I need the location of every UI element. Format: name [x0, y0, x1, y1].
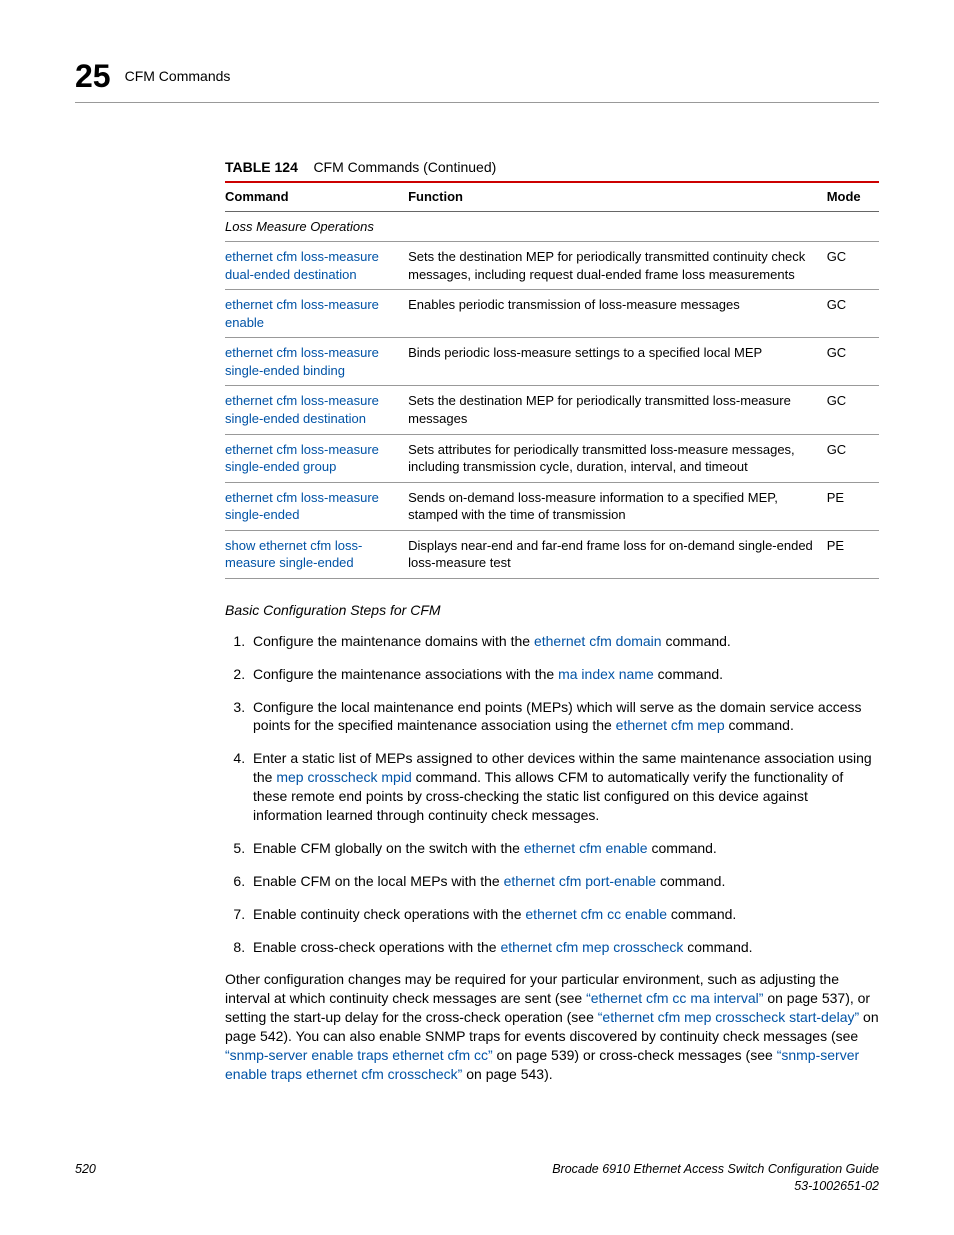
list-item: Enable CFM globally on the switch with t…: [249, 839, 879, 858]
running-header: 25 CFM Commands: [75, 55, 879, 103]
list-item: Configure the maintenance domains with t…: [249, 632, 879, 651]
steps-heading: Basic Configuration Steps for CFM: [225, 601, 879, 620]
function-cell: Displays near-end and far-end frame loss…: [408, 530, 827, 578]
table-row: ethernet cfm loss-measure single-ended S…: [225, 482, 879, 530]
command-link[interactable]: ethernet cfm loss-measure single-ended b…: [225, 345, 379, 378]
mode-cell: GC: [827, 242, 879, 290]
table-row: ethernet cfm loss-measure dual-ended des…: [225, 242, 879, 290]
mode-cell: GC: [827, 290, 879, 338]
mode-cell: GC: [827, 434, 879, 482]
function-cell: Binds periodic loss-measure settings to …: [408, 338, 827, 386]
cmd-link[interactable]: ma index name: [558, 666, 654, 682]
function-cell: Sets the destination MEP for periodicall…: [408, 242, 827, 290]
command-link[interactable]: ethernet cfm loss-measure enable: [225, 297, 379, 330]
command-link[interactable]: ethernet cfm loss-measure single-ended d…: [225, 393, 379, 426]
cmd-link[interactable]: ethernet cfm cc enable: [525, 906, 667, 922]
col-command: Command: [225, 182, 408, 211]
table-row: ethernet cfm loss-measure single-ended b…: [225, 338, 879, 386]
mode-cell: GC: [827, 338, 879, 386]
doc-number: 53-1002651-02: [75, 1178, 879, 1195]
table-section-row: Loss Measure Operations: [225, 211, 879, 242]
xref-link[interactable]: “snmp-server enable traps ethernet cfm c…: [225, 1047, 493, 1063]
list-item: Configure the local maintenance end poin…: [249, 698, 879, 736]
cmd-link[interactable]: ethernet cfm mep: [616, 717, 725, 733]
function-cell: Enables periodic transmission of loss-me…: [408, 290, 827, 338]
col-function: Function: [408, 182, 827, 211]
list-item: Enter a static list of MEPs assigned to …: [249, 749, 879, 825]
table-row: ethernet cfm loss-measure enable Enables…: [225, 290, 879, 338]
command-link[interactable]: ethernet cfm loss-measure single-ended: [225, 490, 379, 523]
page-number: 520: [75, 1161, 96, 1178]
commands-table: Command Function Mode Loss Measure Opera…: [225, 181, 879, 579]
table-row: ethernet cfm loss-measure single-ended d…: [225, 386, 879, 434]
command-link[interactable]: show ethernet cfm loss-measure single-en…: [225, 538, 362, 571]
table-row: show ethernet cfm loss-measure single-en…: [225, 530, 879, 578]
cmd-link[interactable]: ethernet cfm port-enable: [504, 873, 657, 889]
doc-title: Brocade 6910 Ethernet Access Switch Conf…: [552, 1161, 879, 1178]
closing-paragraph: Other configuration changes may be requi…: [225, 970, 879, 1083]
config-steps: Configure the maintenance domains with t…: [225, 632, 879, 957]
page-footer: 520 Brocade 6910 Ethernet Access Switch …: [75, 1161, 879, 1195]
list-item: Enable cross-check operations with the e…: [249, 938, 879, 957]
section-label: Loss Measure Operations: [225, 211, 408, 242]
cmd-link[interactable]: ethernet cfm mep crosscheck: [500, 939, 683, 955]
xref-link[interactable]: “ethernet cfm cc ma interval”: [586, 990, 763, 1006]
cmd-link[interactable]: ethernet cfm domain: [534, 633, 662, 649]
mode-cell: GC: [827, 386, 879, 434]
page-content: TABLE 124 CFM Commands (Continued) Comma…: [225, 158, 879, 1084]
chapter-number: 25: [75, 55, 111, 98]
function-cell: Sets the destination MEP for periodicall…: [408, 386, 827, 434]
table-label: TABLE 124: [225, 159, 298, 175]
list-item: Configure the maintenance associations w…: [249, 665, 879, 684]
function-cell: Sets attributes for periodically transmi…: [408, 434, 827, 482]
chapter-title: CFM Commands: [125, 67, 231, 86]
command-link[interactable]: ethernet cfm loss-measure dual-ended des…: [225, 249, 379, 282]
list-item: Enable continuity check operations with …: [249, 905, 879, 924]
command-link[interactable]: ethernet cfm loss-measure single-ended g…: [225, 442, 379, 475]
table-caption-text: CFM Commands (Continued): [313, 159, 496, 175]
mode-cell: PE: [827, 482, 879, 530]
table-row: ethernet cfm loss-measure single-ended g…: [225, 434, 879, 482]
mode-cell: PE: [827, 530, 879, 578]
cmd-link[interactable]: mep crosscheck mpid: [276, 769, 411, 785]
xref-link[interactable]: “ethernet cfm mep crosscheck start-delay…: [598, 1009, 859, 1025]
table-caption: TABLE 124 CFM Commands (Continued): [225, 158, 879, 177]
cmd-link[interactable]: ethernet cfm enable: [524, 840, 648, 856]
list-item: Enable CFM on the local MEPs with the et…: [249, 872, 879, 891]
function-cell: Sends on-demand loss-measure information…: [408, 482, 827, 530]
col-mode: Mode: [827, 182, 879, 211]
